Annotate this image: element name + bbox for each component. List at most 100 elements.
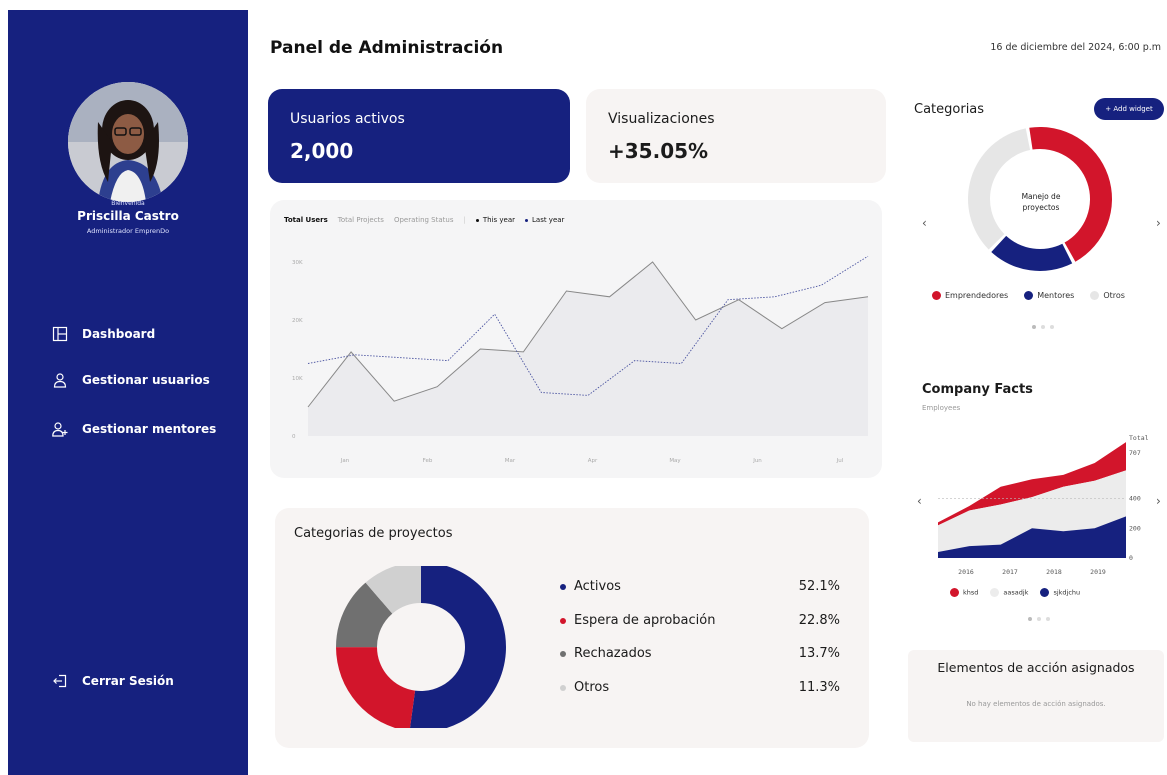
y-tick-label: 10K xyxy=(292,376,303,382)
donut-slice xyxy=(409,566,506,728)
legend-label: Otros xyxy=(1103,291,1125,300)
donut-slice xyxy=(336,647,416,728)
company-facts-prev-arrow[interactable]: ‹ xyxy=(917,494,922,508)
page-date: 16 de diciembre del 2024, 6:00 p.m xyxy=(990,42,1161,53)
x-tick-label: Jan xyxy=(340,458,350,464)
x-tick-label: Apr xyxy=(588,458,598,464)
legend-label: aasadjk xyxy=(1003,588,1029,597)
sidebar-item-dashboard[interactable]: Dashboard xyxy=(52,326,155,342)
pager-dot[interactable] xyxy=(1041,325,1045,329)
x-tick-label: 2017 xyxy=(1002,568,1018,576)
logout-button[interactable]: Cerrar Sesión xyxy=(52,673,174,689)
pager-dot[interactable] xyxy=(1032,325,1036,329)
x-tick-label: Mar xyxy=(505,458,516,464)
views-card: Visualizaciones +35.05% xyxy=(586,89,886,183)
project-categories-donut xyxy=(336,566,506,728)
project-categories-card: Categorias de proyectos xyxy=(275,508,869,748)
action-items-card: Elementos de acción asignados No hay ele… xyxy=(908,650,1164,742)
logout-icon xyxy=(53,674,67,688)
legend-label: sjkdjchu xyxy=(1053,588,1081,597)
project-category-label: Activos xyxy=(560,579,621,594)
action-items-title: Elementos de acción asignados xyxy=(937,660,1135,675)
categorias-legend: Emprendedores Mentores Otros xyxy=(932,291,1125,300)
category-value: 11.3% xyxy=(798,680,840,695)
layout-icon xyxy=(52,326,68,342)
legend-item: sjkdjchu xyxy=(1040,588,1080,597)
x-tick-label: May xyxy=(669,458,681,464)
sidebar: Bienvenida Priscilla Castro Administrado… xyxy=(8,10,248,775)
legend-label: Mentores xyxy=(1037,291,1075,300)
legend-item: Emprendedores xyxy=(932,291,1008,300)
legend-item: aasadjk xyxy=(990,588,1028,597)
legend-item: Otros xyxy=(1090,291,1125,300)
categorias-next-arrow[interactable]: › xyxy=(1156,216,1161,230)
sidebar-item-label: Gestionar usuarios xyxy=(82,373,210,387)
company-facts-title: Company Facts xyxy=(922,382,1033,397)
active-users-card: Usuarios activos 2,000 xyxy=(268,89,570,183)
project-category-label: Otros xyxy=(560,680,609,695)
user-icon xyxy=(53,373,67,388)
sidebar-item-label: Dashboard xyxy=(82,327,156,341)
y-tick-label: 200 xyxy=(1129,524,1141,532)
y-tick-label: 20K xyxy=(292,318,303,324)
donut-slice xyxy=(968,128,1031,250)
project-category-row: Rechazados 13.7% xyxy=(560,646,840,661)
categorias-prev-arrow[interactable]: ‹ xyxy=(922,216,927,230)
x-tick-label: 2016 xyxy=(958,568,974,576)
legend-label: khsd xyxy=(963,588,979,597)
pager-dot[interactable] xyxy=(1037,617,1041,621)
total-label: Total xyxy=(1129,434,1149,442)
project-category-row: Espera de aprobación 22.8% xyxy=(560,613,840,628)
project-categories-title: Categorias de proyectos xyxy=(294,526,453,541)
categorias-pager xyxy=(1032,325,1054,329)
active-users-label: Usuarios activos xyxy=(290,111,405,127)
donut-slice xyxy=(991,235,1073,271)
user-plus-icon xyxy=(52,422,68,437)
page-title: Panel de Administración xyxy=(270,38,504,58)
project-category-row: Otros 11.3% xyxy=(560,680,840,695)
sidebar-item-gestionar-mentores[interactable]: Gestionar mentores xyxy=(52,421,216,437)
user-name: Priscilla Castro xyxy=(77,209,179,223)
categorias-center-label: Manejo de proyectos xyxy=(1021,192,1061,212)
company-facts-chart: 0 200 400 707 Total 2016 2017 2018 2019 xyxy=(938,434,1149,576)
legend-item: Mentores xyxy=(1024,291,1074,300)
line-chart: 0 10K 20K 30K Jan Feb Mar Apr May Jun Jul xyxy=(292,255,869,464)
avatar xyxy=(68,82,188,202)
legend-item: khsd xyxy=(950,588,978,597)
y-tick-label: 0 xyxy=(1129,554,1133,562)
pager-dot[interactable] xyxy=(1050,325,1054,329)
x-tick-label: Feb xyxy=(423,458,433,464)
category-value: 13.7% xyxy=(798,646,840,661)
x-tick-label: 2019 xyxy=(1090,568,1106,576)
x-tick-label: Jul xyxy=(836,458,844,464)
category-name: Otros xyxy=(574,680,610,695)
project-category-label: Rechazados xyxy=(560,646,652,661)
action-items-empty: No hay elementos de acción asignados. xyxy=(966,700,1106,708)
sidebar-item-label: Gestionar mentores xyxy=(82,422,217,436)
company-facts-pager xyxy=(1028,617,1050,621)
category-name: Espera de aprobación xyxy=(574,613,716,628)
company-facts-next-arrow[interactable]: › xyxy=(1156,494,1161,508)
category-name: Activos xyxy=(574,579,621,594)
y-tick-label: 707 xyxy=(1129,449,1141,457)
pager-dot[interactable] xyxy=(1028,617,1032,621)
this-year-area xyxy=(308,262,868,436)
project-category-row: Activos 52.1% xyxy=(560,579,840,594)
y-tick-label: 30K xyxy=(292,260,303,266)
user-role: Administrador EmprenDo xyxy=(86,227,170,235)
greeting: Bienvenida xyxy=(111,200,145,207)
x-tick-label: Jun xyxy=(752,458,762,464)
add-widget-button[interactable]: + Add widget xyxy=(1094,98,1164,120)
sidebar-item-gestionar-usuarios[interactable]: Gestionar usuarios xyxy=(52,372,210,388)
pager-dot[interactable] xyxy=(1046,617,1050,621)
legend-label: Emprendedores xyxy=(945,291,1009,300)
logout-label: Cerrar Sesión xyxy=(82,674,174,688)
active-users-value: 2,000 xyxy=(290,139,354,163)
company-facts-subtitle: Employees xyxy=(922,404,961,412)
y-tick-label: 0 xyxy=(292,434,296,440)
views-label: Visualizaciones xyxy=(608,111,715,127)
x-tick-label: 2018 xyxy=(1046,568,1062,576)
categorias-title: Categorias xyxy=(914,102,985,117)
category-value: 52.1% xyxy=(798,579,840,594)
category-value: 22.8% xyxy=(798,613,840,628)
